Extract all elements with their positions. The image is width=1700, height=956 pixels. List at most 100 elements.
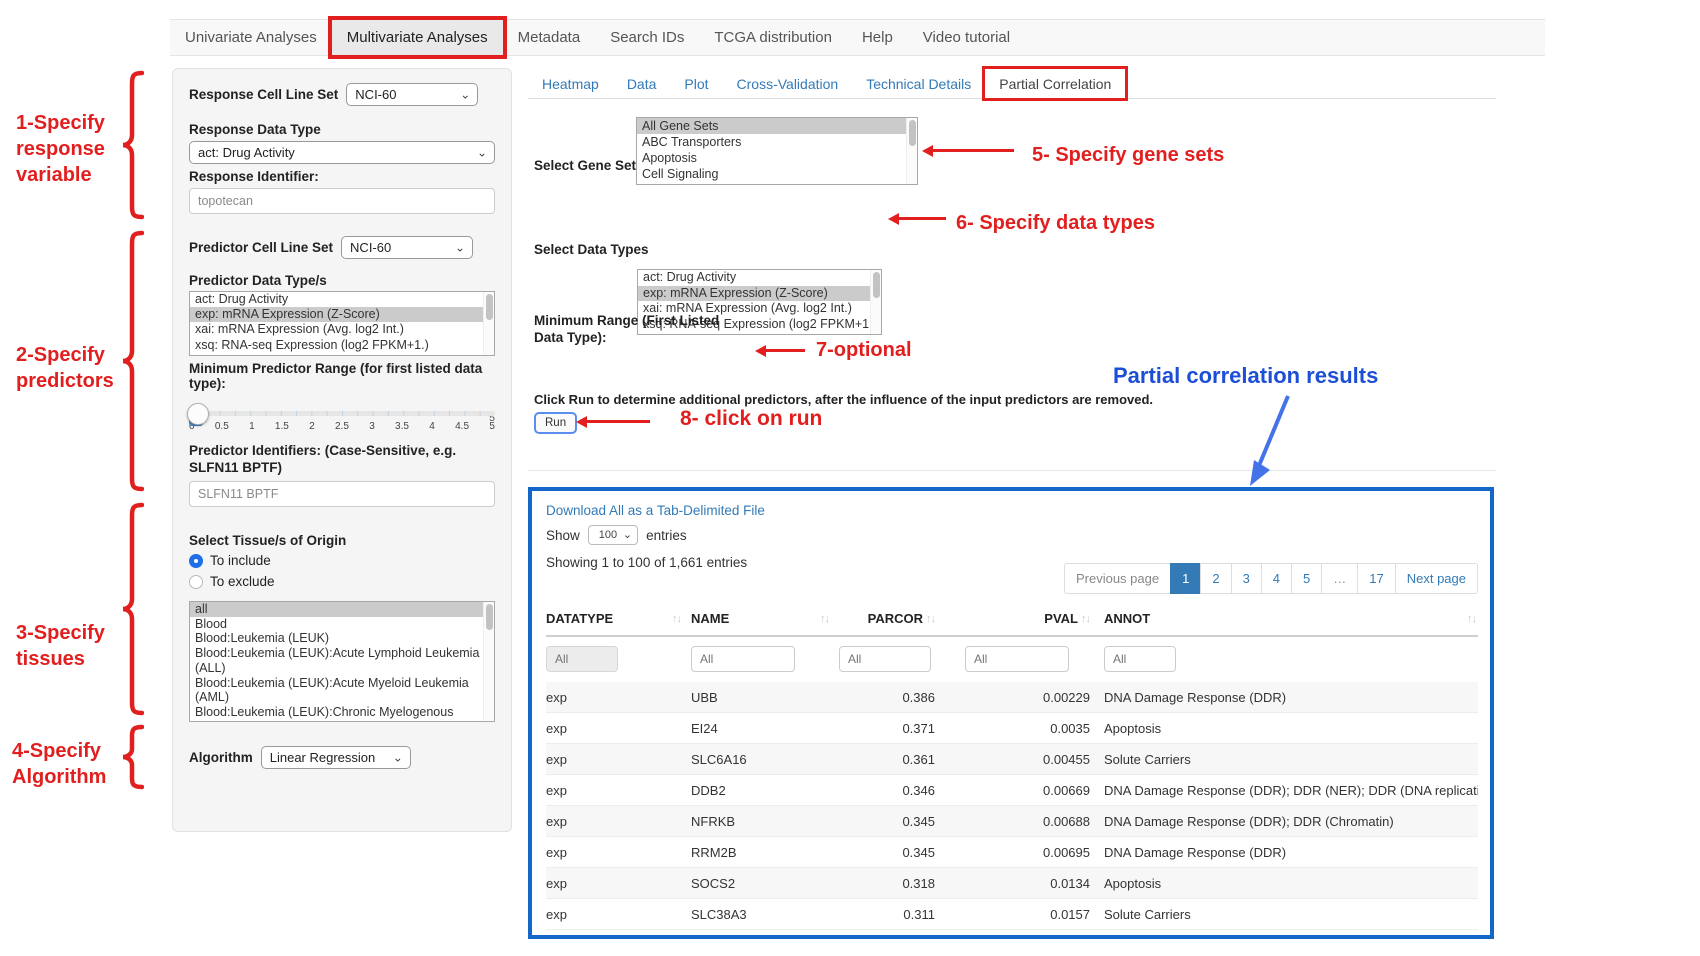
list-item-selected[interactable]: exp: mRNA Expression (Z-Score) xyxy=(190,307,494,322)
scrollbar-thumb[interactable] xyxy=(486,294,493,320)
table-row: expDDB20.3460.00669DNA Damage Response (… xyxy=(546,775,1478,806)
filter-annot-input[interactable] xyxy=(1104,646,1176,672)
slider-tick-labels: 00.511.522.533.544.55 xyxy=(189,421,495,432)
list-item[interactable]: xai: mRNA Expression (Avg. log2 Int.) xyxy=(190,322,494,337)
scrollbar[interactable] xyxy=(906,118,917,184)
table-row: expSLC6A160.3610.00455Solute Carriers xyxy=(546,744,1478,775)
filter-datatype-input[interactable] xyxy=(546,646,618,672)
pagination-page-1[interactable]: 1 xyxy=(1170,563,1201,594)
table-row: expSLC38A30.3110.0157Solute Carriers xyxy=(546,899,1478,930)
page: Univariate Analyses Multivariate Analyse… xyxy=(0,0,1700,956)
list-item[interactable]: Apoptosis xyxy=(637,150,917,166)
tab-cross-validation[interactable]: Cross-Validation xyxy=(723,69,853,98)
annotation-arrow-data-types xyxy=(888,212,946,225)
filter-pval-input[interactable] xyxy=(965,646,1069,672)
nav-multivariate-analyses[interactable]: Multivariate Analyses xyxy=(332,20,503,55)
filter-name-input[interactable] xyxy=(691,646,795,672)
pagination-page-4[interactable]: 4 xyxy=(1261,563,1292,594)
response-cell-line-label: Response Cell Line Set xyxy=(189,87,338,102)
predictor-cell-line-select[interactable]: NCI-60 ⌄ xyxy=(341,236,473,259)
response-data-type-select[interactable]: act: Drug Activity ⌄ xyxy=(189,141,495,164)
slider-handle[interactable] xyxy=(187,403,209,425)
annotation-step4: 4-Specify Algorithm xyxy=(12,738,106,790)
list-item[interactable]: xsq: RNA-seq Expression (log2 FPKM+1.) xyxy=(190,338,494,353)
nav-univariate-analyses[interactable]: Univariate Analyses xyxy=(170,20,332,55)
radio-checked-icon[interactable] xyxy=(189,554,203,568)
scrollbar[interactable] xyxy=(483,292,494,355)
table-row: expUBB0.3860.00229DNA Damage Response (D… xyxy=(546,682,1478,713)
pagination-next[interactable]: Next page xyxy=(1395,563,1478,594)
nav-video-tutorial[interactable]: Video tutorial xyxy=(908,20,1025,55)
column-header-parcor[interactable]: PARCOR↑↓ xyxy=(839,611,935,626)
tab-heatmap[interactable]: Heatmap xyxy=(528,69,613,98)
sort-icon[interactable]: ↑↓ xyxy=(1467,613,1476,625)
list-item[interactable]: Blood xyxy=(190,617,494,632)
list-item[interactable]: act: Drug Activity xyxy=(638,270,881,286)
predictor-identifiers-label: Predictor Identifiers: (Case-Sensitive, … xyxy=(189,442,495,476)
chevron-down-icon: ⌄ xyxy=(623,528,632,541)
radio-unchecked-icon[interactable] xyxy=(189,575,203,589)
tissue-exclude-option[interactable]: To exclude xyxy=(189,574,495,589)
table-row: expRRM2B0.3450.00695DNA Damage Response … xyxy=(546,837,1478,868)
tab-plot[interactable]: Plot xyxy=(670,69,722,98)
nav-search-ids[interactable]: Search IDs xyxy=(595,20,699,55)
tab-partial-correlation[interactable]: Partial Correlation xyxy=(985,69,1125,98)
gene-sets-listbox: All Gene Sets ABC Transporters Apoptosis… xyxy=(636,117,918,185)
sort-icon[interactable]: ↑↓ xyxy=(820,613,829,625)
page-length-select[interactable]: 100 ⌄ xyxy=(588,525,638,545)
run-instruction: Click Run to determine additional predic… xyxy=(534,392,1153,407)
annotation-arrow-results xyxy=(1236,392,1300,492)
list-item[interactable]: Blood:Leukemia (LEUK):Acute Myeloid Leuk… xyxy=(190,676,494,705)
column-header-name[interactable]: NAME↑↓ xyxy=(691,611,839,626)
list-item[interactable]: ABC Transporters xyxy=(637,134,917,150)
sort-icon[interactable]: ↑↓ xyxy=(926,613,935,625)
list-item[interactable]: Blood:Leukemia (LEUK):Chronic Myelogenou… xyxy=(190,705,494,722)
response-identifier-input[interactable] xyxy=(189,188,495,214)
column-header-annot[interactable]: ANNOT↑↓ xyxy=(1090,611,1478,626)
tab-technical-details[interactable]: Technical Details xyxy=(852,69,985,98)
response-identifier-label: Response Identifier: xyxy=(189,169,495,184)
show-entries-row: Show 100 ⌄ entries xyxy=(546,525,687,545)
list-item[interactable]: Cell Signaling xyxy=(637,166,917,182)
annotation-step3: 3-Specify tissues xyxy=(16,620,105,672)
run-button[interactable]: Run xyxy=(534,412,577,434)
slider-track[interactable] xyxy=(189,411,495,416)
scrollbar-thumb[interactable] xyxy=(909,120,916,146)
tab-data[interactable]: Data xyxy=(613,69,671,98)
scrollbar[interactable] xyxy=(483,602,494,721)
list-item[interactable]: Blood:Leukemia (LEUK) xyxy=(190,631,494,646)
pagination-page-17[interactable]: 17 xyxy=(1357,563,1395,594)
nav-help[interactable]: Help xyxy=(847,20,908,55)
pagination-ellipsis: … xyxy=(1321,563,1358,594)
sort-icon[interactable]: ↑↓ xyxy=(672,613,681,625)
nav-tcga-distribution[interactable]: TCGA distribution xyxy=(699,20,847,55)
pagination-page-2[interactable]: 2 xyxy=(1200,563,1231,594)
list-item-selected[interactable]: all xyxy=(190,602,494,617)
show-label: Show xyxy=(546,528,580,543)
results-panel: Download All as a Tab-Delimited File Sho… xyxy=(528,487,1494,939)
column-header-datatype[interactable]: DATATYPE↑↓ xyxy=(546,611,691,626)
scrollbar-thumb[interactable] xyxy=(486,604,493,630)
predictor-identifiers-input[interactable] xyxy=(189,481,495,507)
algorithm-select[interactable]: Linear Regression ⌄ xyxy=(261,746,411,769)
list-item[interactable]: act: Drug Activity xyxy=(190,292,494,307)
response-cell-line-select[interactable]: NCI-60 ⌄ xyxy=(346,83,478,106)
table-header-row: DATATYPE↑↓ NAME↑↓ PARCOR↑↓ PVAL↑↓ ANNOT↑… xyxy=(546,603,1478,637)
scrollbar-thumb[interactable] xyxy=(873,272,880,298)
divider xyxy=(528,470,1496,471)
sort-icon[interactable]: ↑↓ xyxy=(1081,613,1090,625)
list-item[interactable]: Blood:Leukemia (LEUK):Acute Lymphoid Leu… xyxy=(190,646,494,675)
pagination-page-3[interactable]: 3 xyxy=(1231,563,1262,594)
list-item-selected[interactable]: All Gene Sets xyxy=(637,118,917,134)
nav-metadata[interactable]: Metadata xyxy=(503,20,596,55)
pagination: Previous page 1 2 3 4 5 … 17 Next page xyxy=(1064,563,1478,594)
list-item-selected[interactable]: exp: mRNA Expression (Z-Score) xyxy=(638,286,881,302)
pagination-previous[interactable]: Previous page xyxy=(1064,563,1171,594)
chevron-down-icon: ⌄ xyxy=(393,750,403,764)
filter-parcor-input[interactable] xyxy=(839,646,931,672)
column-header-pval[interactable]: PVAL↑↓ xyxy=(935,611,1090,626)
pagination-page-5[interactable]: 5 xyxy=(1291,563,1322,594)
scrollbar[interactable] xyxy=(870,270,881,334)
tissue-include-option[interactable]: To include xyxy=(189,553,495,568)
download-link[interactable]: Download All as a Tab-Delimited File xyxy=(546,503,765,518)
